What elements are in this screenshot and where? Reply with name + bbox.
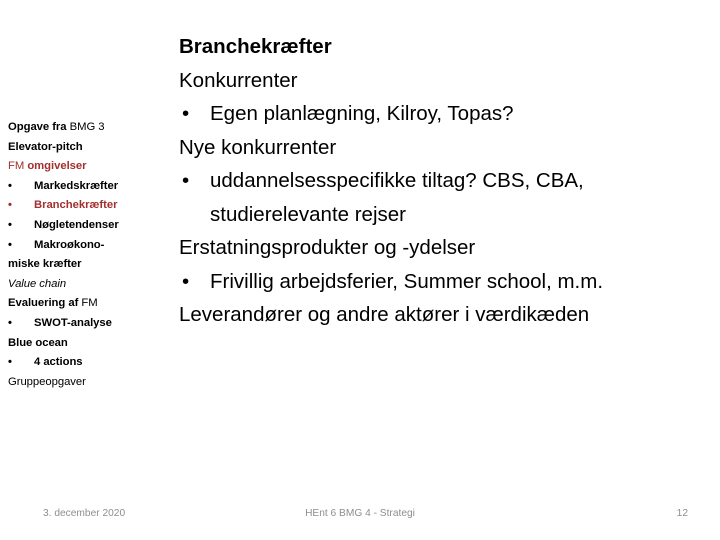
sidebar-item-elevator-pitch[interactable]: Elevator-pitch	[8, 138, 168, 158]
content-bullet-erstatningsprodukter: • Frivillig arbejdsferier, Summer school,…	[179, 265, 679, 299]
bullet-icon: •	[8, 199, 12, 212]
content-bullet-nye-konkurrenter-label: uddannelsesspecifikke tiltag? CBS, CBA,	[210, 169, 584, 192]
sidebar-item-evaluering-bold: Evaluering af	[8, 297, 82, 310]
sidebar-item-branchekraefter-label: Branchekræfter	[34, 199, 118, 212]
sidebar-item-evaluering-af-fm[interactable]: Evaluering af FM	[8, 294, 168, 314]
sidebar-item-opgave-regular: BMG 3	[69, 121, 105, 133]
sidebar-item-fm-omgivelser[interactable]: FM omgivelser	[8, 157, 168, 177]
bullet-icon: •	[8, 316, 12, 329]
slide-title: Branchekræfter	[179, 35, 332, 58]
sidebar-item-evaluering-fm-regular: FM	[81, 297, 98, 310]
sidebar-item-nogletendenser-label: Nøgletendenser	[34, 218, 119, 231]
sidebar-item-nogletendenser[interactable]: • Nøgletendenser	[8, 216, 168, 236]
bullet-icon: •	[182, 169, 190, 192]
footer-title: HEnt 6 BMG 4 - Strategi	[305, 508, 415, 519]
sidebar-agenda: Opgave fra BMG 3 Elevator-pitch FM omgiv…	[8, 118, 168, 392]
bullet-icon: •	[8, 356, 12, 369]
content-heading-nye-konkurrenter: Nye konkurrenter	[179, 135, 337, 159]
sidebar-item-opgave-bold: Opgave fra	[8, 121, 70, 133]
sidebar-item-opgave[interactable]: Opgave fra BMG 3	[8, 118, 168, 138]
content-bullet-konkurrenter: • Egen planlægning, Kilroy, Topas?	[179, 97, 679, 131]
sidebar-item-blue-ocean[interactable]: Blue ocean	[8, 334, 168, 354]
sidebar-item-swot-analyse-label: SWOT-analyse	[34, 316, 112, 329]
content-bullet-nye-konkurrenter-line2: studierelevante rejser	[210, 202, 406, 226]
sidebar-item-makrookonomiske-label: Makroøkono-	[34, 238, 105, 251]
bullet-icon: •	[8, 218, 12, 231]
sidebar-item-4-actions[interactable]: • 4 actions	[8, 353, 168, 373]
sidebar-item-omgivelser-bold: omgivelser	[27, 160, 87, 173]
content-heading-konkurrenter: Konkurrenter	[179, 68, 298, 92]
content-bullet-nye-konkurrenter: • uddannelsesspecifikke tiltag? CBS, CBA,…	[179, 164, 679, 231]
bullet-icon: •	[182, 102, 190, 125]
sidebar-item-miske-kraefter[interactable]: miske kræfter	[8, 255, 168, 275]
main-content: Branchekræfter Konkurrenter • Egen planlæ…	[179, 30, 679, 332]
slide-footer: 3. december 2020 HEnt 6 BMG 4 - Strategi…	[0, 503, 720, 525]
sidebar-item-branchekraefter[interactable]: • Branchekræfter	[8, 196, 168, 216]
bullet-icon: •	[182, 269, 190, 293]
footer-page-number: 12	[676, 508, 688, 519]
content-bullet-konkurrenter-label: Egen planlægning, Kilroy, Topas?	[210, 102, 514, 125]
sidebar-item-makrookonomiske[interactable]: • Makroøkono-	[8, 236, 168, 256]
bullet-icon: •	[8, 238, 12, 251]
sidebar-item-value-chain[interactable]: Value chain	[8, 275, 168, 295]
sidebar-item-fm-regular: FM	[8, 160, 28, 173]
content-heading-leverandorer: Leverandører og andre aktører i værdikæd…	[179, 303, 590, 326]
bullet-icon: •	[8, 179, 12, 192]
content-bullet-erstatningsprodukter-label: Frivillig arbejdsferier, Summer school, …	[210, 269, 604, 293]
sidebar-item-swot-analyse[interactable]: • SWOT-analyse	[8, 314, 168, 334]
sidebar-item-4-actions-label: 4 actions	[34, 356, 83, 369]
slide-canvas: Opgave fra BMG 3 Elevator-pitch FM omgiv…	[0, 0, 720, 540]
sidebar-item-gruppeopgaver[interactable]: Gruppeopgaver	[8, 373, 168, 393]
sidebar-item-markedskraefter[interactable]: • Markedskræfter	[8, 177, 168, 197]
sidebar-item-markedskraefter-label: Markedskræfter	[34, 179, 119, 192]
content-heading-erstatningsprodukter: Erstatningsprodukter og -ydelser	[179, 236, 476, 259]
